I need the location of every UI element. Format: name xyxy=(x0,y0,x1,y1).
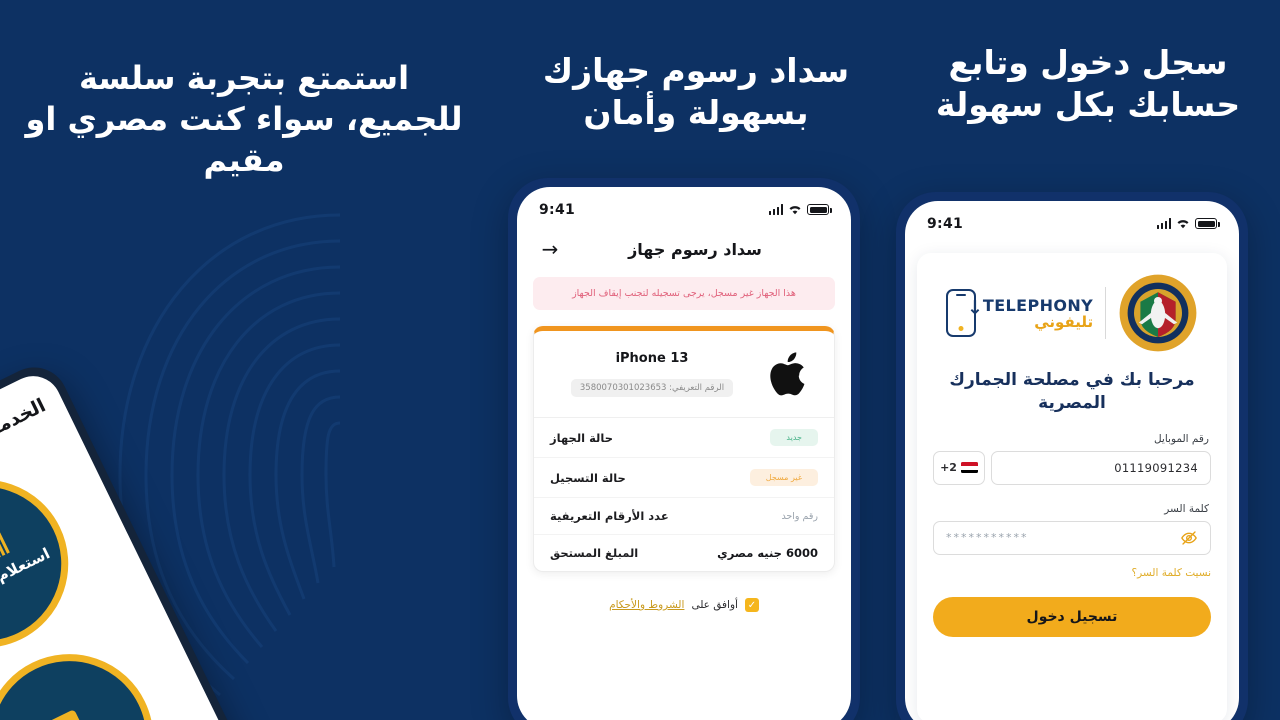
eye-off-icon[interactable] xyxy=(1180,529,1198,547)
service-button-device-inquiry[interactable]: استعلام عن جهاز xyxy=(0,451,97,677)
unregistered-device-alert: هذا الجهاز غير مسجل، يرجى تسجيله لتجنب إ… xyxy=(533,277,835,310)
download-arrow-icon: ↓ xyxy=(966,297,983,319)
battery-icon xyxy=(1195,218,1220,229)
logo-divider xyxy=(1105,287,1107,339)
phone-mockup-services: الخدمات الم استعلام عن جهاز xyxy=(0,356,256,720)
device-name: iPhone 13 xyxy=(615,351,689,366)
password-field[interactable]: *********** xyxy=(933,520,1211,555)
page-title: سداد رسوم جهاز xyxy=(628,239,762,259)
egyptian-customs-authority-seal xyxy=(1118,273,1198,353)
spec-label: حالة التسجيل xyxy=(550,470,626,485)
login-card: TELEPHONY تليفوني ↓ مرحبا بك في مصلحة ال… xyxy=(917,253,1227,720)
signal-icon xyxy=(768,204,783,215)
status-badge: جديد xyxy=(770,429,818,446)
mobile-input[interactable]: 01119091234 xyxy=(991,450,1211,485)
headline-right: سجل دخول وتابع حسابك بكل سهولة xyxy=(935,43,1241,125)
document-icon xyxy=(43,709,92,720)
terms-row[interactable]: ✓ أوافق على الشروط والأحكام xyxy=(517,598,851,612)
country-code-select[interactable]: 2+ xyxy=(933,450,985,485)
payment-screen: 9:41 سداد رسوم جهاز → هذا الجهاز غير مسج… xyxy=(517,187,851,720)
welcome-text: مرحبا بك في مصلحة الجمارك المصرية xyxy=(949,370,1195,413)
battery-icon xyxy=(807,204,832,215)
egypt-flag-icon xyxy=(960,462,978,474)
login-button[interactable]: تسجيل دخول xyxy=(933,596,1211,637)
password-value: *********** xyxy=(946,531,1029,545)
mobile-input-row: 01119091234 2+ xyxy=(933,450,1211,485)
payment-header: سداد رسوم جهاز → xyxy=(517,223,851,273)
wifi-icon xyxy=(1176,214,1190,233)
device-card: iPhone 13 الرقم التعريفي: 35800703010236… xyxy=(533,326,835,572)
device-summary: iPhone 13 الرقم التعريفي: 35800703010236… xyxy=(534,331,834,418)
spec-label: عدد الأرقام التعريفية xyxy=(550,509,669,523)
brand-name-ar: تليفوني xyxy=(1034,312,1094,331)
brand-name-en: TELEPHONY xyxy=(982,295,1094,315)
phone-download-icon: ↓ xyxy=(945,289,983,337)
phone-mockup-login: 9:41 TELEPHONY تليفوني ↓ مرحبا بك في مصل… xyxy=(896,192,1248,720)
terms-label: أوافق على xyxy=(691,599,738,611)
status-bar-icons xyxy=(768,200,832,219)
terms-link[interactable]: الشروط والأحكام xyxy=(609,599,684,611)
spec-value-amount: 6000 جنيه مصري xyxy=(717,546,818,560)
wifi-icon xyxy=(788,200,802,219)
headline-left: استمتع بتجربة سلسة للجميع، سواء كنت مصري… xyxy=(25,59,463,179)
status-bar: 9:41 xyxy=(517,187,851,223)
spec-label: المبلغ المستحق xyxy=(550,546,639,560)
headline-middle: سداد رسوم جهازك بسهولة وأمان xyxy=(542,51,850,133)
status-bar-icons xyxy=(1156,214,1220,233)
terms-checkbox[interactable]: ✓ xyxy=(744,598,759,612)
services-screen: الخدمات الم استعلام عن جهاز xyxy=(0,366,246,720)
device-meta: iPhone 13 الرقم التعريفي: 35800703010236… xyxy=(550,351,760,397)
phone-mockup-payment: 9:41 سداد رسوم جهاز → هذا الجهاز غير مسج… xyxy=(508,178,860,720)
mobile-label: رقم الموبايل xyxy=(1153,432,1209,445)
table-row: رقم واحد عدد الأرقام التعريفية xyxy=(534,498,834,535)
forgot-password-link[interactable]: نسيت كلمة السر؟ xyxy=(933,567,1211,579)
spec-value: رقم واحد xyxy=(781,510,818,522)
signal-icon xyxy=(1156,218,1171,229)
login-screen: 9:41 TELEPHONY تليفوني ↓ مرحبا بك في مصل… xyxy=(905,201,1239,720)
telephony-wordmark: TELEPHONY تليفوني xyxy=(983,296,1093,331)
service-button-secondary[interactable] xyxy=(0,625,182,720)
table-row: جديد حالة الجهاز xyxy=(534,418,834,458)
apple-logo-icon xyxy=(760,345,818,403)
table-row: 6000 جنيه مصري المبلغ المستحق xyxy=(534,535,834,571)
status-bar-time: 9:41 xyxy=(927,215,964,232)
status-bar-time: 9:41 xyxy=(539,201,576,218)
arrow-right-icon[interactable]: → xyxy=(539,239,561,259)
promo-stage: استمتع بتجربة سلسة للجميع، سواء كنت مصري… xyxy=(0,0,1280,720)
telephony-logo: TELEPHONY تليفوني ↓ xyxy=(945,289,1093,337)
status-badge: غير مسجل xyxy=(749,469,818,486)
status-bar: 9:41 xyxy=(905,201,1239,237)
logo-row: TELEPHONY تليفوني ↓ xyxy=(933,273,1211,353)
country-code-value: 2+ xyxy=(940,461,957,475)
service-label: استعلام عن جهاز xyxy=(0,544,53,615)
spec-label: حالة الجهاز xyxy=(550,430,613,445)
password-label: كلمة السر xyxy=(1164,502,1209,515)
device-imei-chip: الرقم التعريفي: 3580070301023653 xyxy=(570,379,734,397)
table-row: غير مسجل حالة التسجيل xyxy=(534,458,834,498)
